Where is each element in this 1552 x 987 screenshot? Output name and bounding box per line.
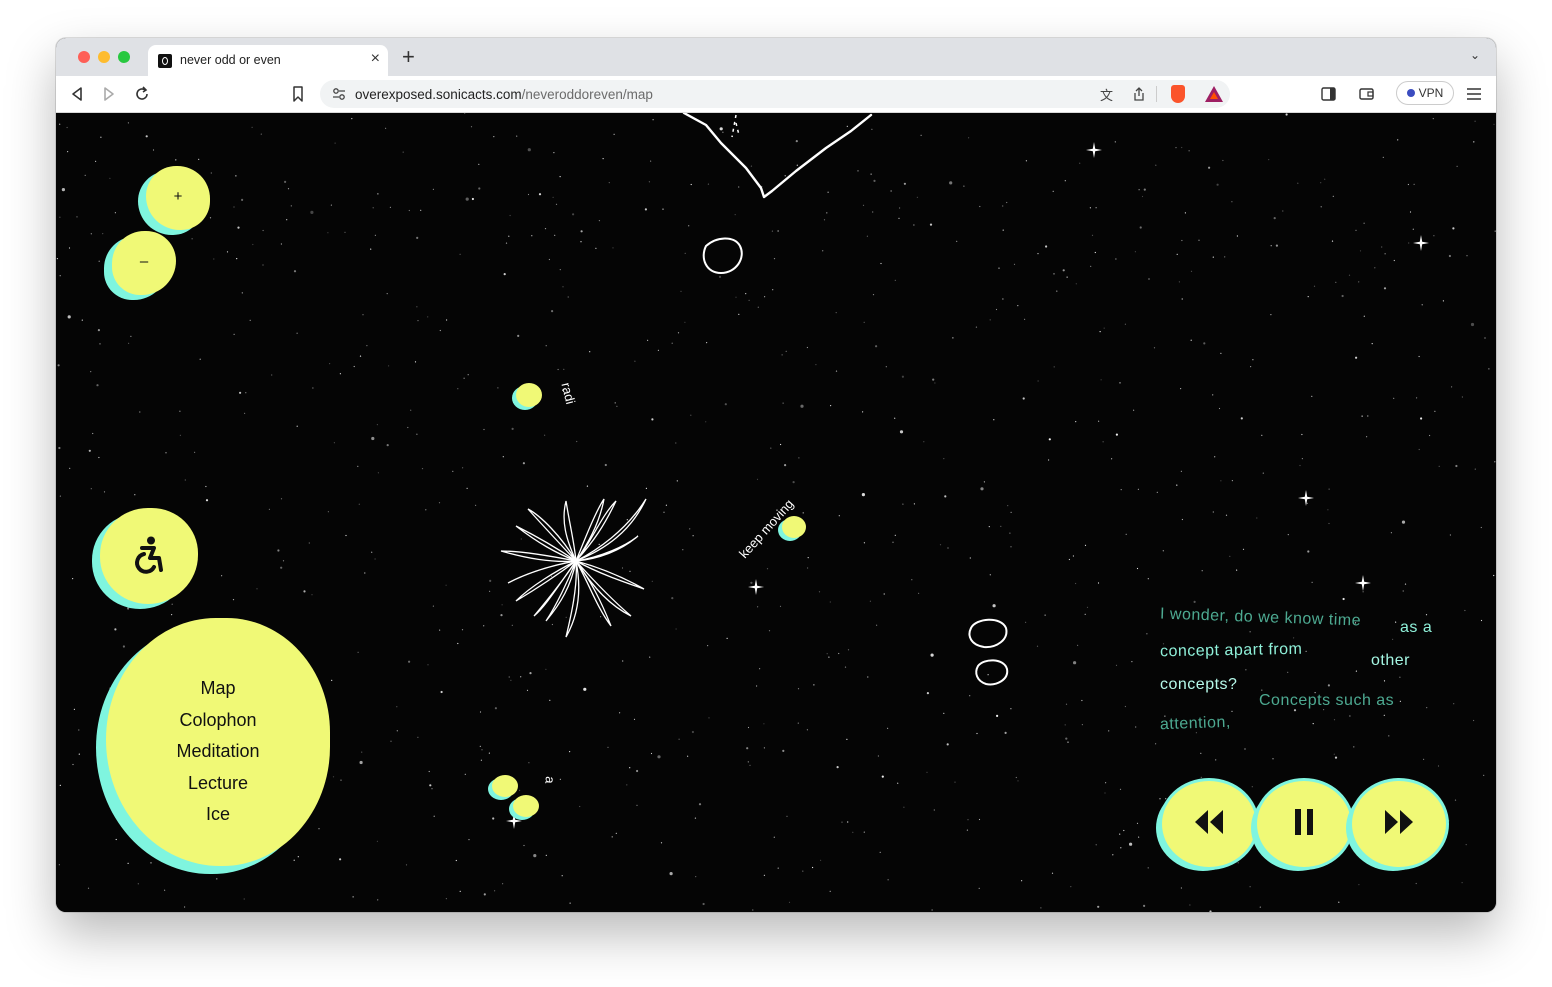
close-window-button[interactable] xyxy=(78,51,90,63)
url-host: overexposed.sonicacts.com xyxy=(355,87,522,102)
caption-line-1b: as a xyxy=(1400,619,1433,636)
tab-active[interactable]: never odd or even × xyxy=(148,45,388,76)
caption-line-2a: concept apart from xyxy=(1159,640,1303,661)
flower-drawing xyxy=(500,498,647,638)
rewind-icon xyxy=(1195,810,1223,834)
nav-item-map[interactable]: Map xyxy=(106,673,330,705)
accessibility-icon xyxy=(135,536,163,574)
tab-list-chevron-icon[interactable]: ⌄ xyxy=(1470,48,1480,62)
tab-title: never odd or even xyxy=(180,53,281,67)
navigation-menu: Map Colophon Meditation Lecture Ice xyxy=(106,618,330,866)
site-settings-icon[interactable] xyxy=(332,87,346,101)
floating-word-a: a xyxy=(542,775,558,785)
maximize-window-button[interactable] xyxy=(118,51,130,63)
caption-line-3a: concepts? xyxy=(1160,676,1238,693)
map-node-radi[interactable] xyxy=(516,383,542,407)
caption-line-2b: other xyxy=(1371,652,1410,669)
tab-close-icon[interactable]: × xyxy=(371,50,380,68)
bookmark-icon[interactable] xyxy=(292,86,304,102)
wallet-icon[interactable] xyxy=(1359,87,1375,101)
nav-item-meditation[interactable]: Meditation xyxy=(106,736,330,768)
accessibility-button[interactable] xyxy=(100,508,198,604)
brave-rewards-icon[interactable] xyxy=(1205,86,1223,102)
translate-icon[interactable]: 文 xyxy=(1100,85,1113,104)
fast-forward-button[interactable] xyxy=(1352,781,1446,867)
vpn-status-icon xyxy=(1406,89,1415,97)
pebble-outline-1 xyxy=(702,237,743,275)
tab-bar: never odd or even × + ⌄ xyxy=(56,38,1496,76)
nav-item-lecture[interactable]: Lecture xyxy=(106,768,330,800)
vpn-label: VPN xyxy=(1418,86,1444,100)
nav-item-colophon[interactable]: Colophon xyxy=(106,705,330,737)
new-tab-icon[interactable]: + xyxy=(402,44,415,70)
pause-button[interactable] xyxy=(1257,781,1351,867)
browser-window: never odd or even × + ⌄ overexposed.soni… xyxy=(56,38,1496,912)
kite-inner-line xyxy=(731,114,740,138)
rewind-button[interactable] xyxy=(1162,781,1256,867)
url-text: overexposed.sonicacts.com/neveroddoreven… xyxy=(355,87,653,102)
site-favicon-icon xyxy=(158,54,172,68)
map-node-a-1[interactable] xyxy=(492,775,518,797)
caption-line-3b: Concepts such as xyxy=(1259,692,1395,709)
brave-shields-icon[interactable] xyxy=(1171,85,1185,103)
share-icon[interactable] xyxy=(1133,87,1145,102)
map-node-keep-moving[interactable] xyxy=(782,516,806,538)
menu-icon[interactable] xyxy=(1467,88,1481,100)
divider xyxy=(1156,86,1157,102)
pause-icon xyxy=(1295,809,1313,835)
map-viewport[interactable]: radi keep moving a + – Map Colophon Medi… xyxy=(56,113,1496,912)
zoom-out-label: – xyxy=(139,253,149,270)
minimize-window-button[interactable] xyxy=(98,51,110,63)
nav-item-ice[interactable]: Ice xyxy=(106,799,330,831)
map-node-a-2[interactable] xyxy=(513,795,539,817)
caption-line-4a: attention, xyxy=(1159,713,1232,734)
zoom-in-button[interactable]: + xyxy=(146,166,210,230)
address-bar[interactable]: overexposed.sonicacts.com/neveroddoreven… xyxy=(320,80,1230,108)
fast-forward-icon xyxy=(1385,810,1413,834)
nav-list: Map Colophon Meditation Lecture Ice xyxy=(106,673,330,831)
kite-outline-drawing xyxy=(682,113,873,199)
reload-icon[interactable] xyxy=(134,86,150,102)
forward-icon[interactable] xyxy=(102,86,116,102)
pebble-outline-3 xyxy=(975,659,1009,686)
sidebar-toggle-icon[interactable] xyxy=(1321,87,1337,101)
url-path: /neveroddoreven/map xyxy=(521,87,653,102)
back-icon[interactable] xyxy=(70,86,84,102)
browser-toolbar: overexposed.sonicacts.com/neveroddoreven… xyxy=(56,76,1496,113)
zoom-in-label: + xyxy=(173,188,183,205)
vpn-button[interactable]: VPN xyxy=(1396,81,1454,105)
pebble-outline-2 xyxy=(968,618,1008,649)
